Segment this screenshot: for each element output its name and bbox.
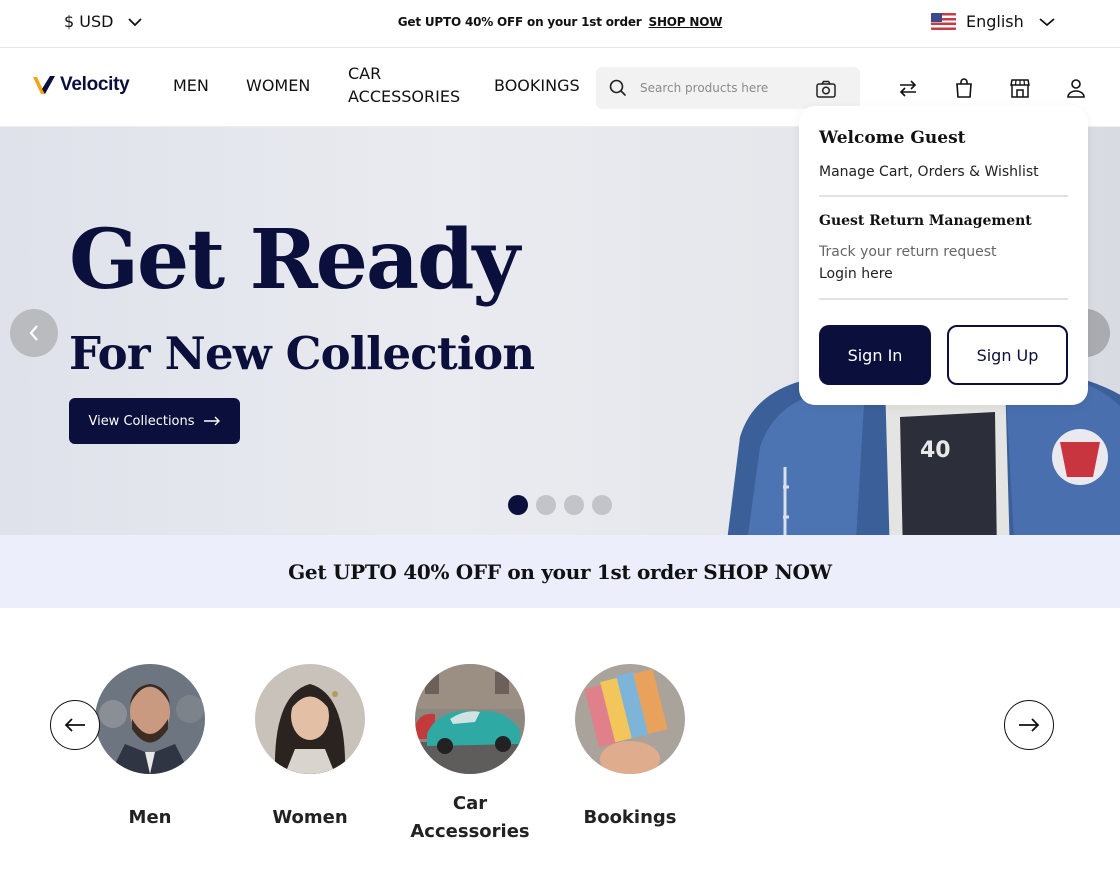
slide-dot-4[interactable]: [592, 495, 612, 515]
track-return-text: Track your return request: [819, 244, 997, 260]
search-icon: [609, 79, 627, 97]
nav-bookings[interactable]: BOOKINGS: [494, 74, 580, 97]
bag-icon[interactable]: [953, 77, 975, 99]
divider: [819, 298, 1068, 300]
nav-men[interactable]: MEN: [173, 74, 209, 97]
nav-car-accessories[interactable]: CAR ACCESSORIES: [348, 62, 460, 108]
promo-band: Get UPTO 40% OFF on your 1st order SHOP …: [0, 535, 1120, 608]
arrow-right-icon: [1019, 718, 1040, 732]
hero-headline: Get Ready: [69, 212, 520, 308]
nav-women[interactable]: WOMEN: [246, 74, 310, 97]
slide-dot-2[interactable]: [536, 495, 556, 515]
promo-band-text: Get UPTO 40% OFF on your 1st order SHOP …: [288, 559, 832, 584]
guest-return-title: Guest Return Management: [819, 213, 1032, 229]
search-bar: [596, 67, 860, 109]
women-category-image: [255, 664, 365, 774]
shop-now-link[interactable]: SHOP NOW: [649, 15, 723, 29]
top-bar: $ USD Get UPTO 40% OFF on your 1st order…: [0, 0, 1120, 48]
category-car-accessories-label: Car Accessories: [395, 790, 545, 846]
category-men-label: Men: [128, 807, 172, 828]
hero-prev-button[interactable]: [10, 309, 58, 357]
chevron-left-icon: [29, 325, 38, 341]
top-promo-text: Get UPTO 40% OFF on your 1st order: [397, 15, 642, 29]
category-accessories-label: Accessories: [410, 821, 530, 842]
category-men[interactable]: Men: [75, 664, 225, 832]
arrow-right-icon: [203, 416, 220, 426]
us-flag-icon: [931, 13, 956, 30]
category-next-button[interactable]: [1004, 700, 1054, 750]
category-bookings[interactable]: Bookings: [555, 664, 705, 832]
language-selector[interactable]: English: [931, 12, 1056, 31]
category-bookings-label: Bookings: [583, 807, 677, 828]
category-prev-button[interactable]: [50, 700, 100, 750]
logo-text: Velocity: [60, 74, 130, 95]
camera-icon[interactable]: [816, 80, 836, 98]
slide-dot-3[interactable]: [564, 495, 584, 515]
sign-up-button[interactable]: Sign Up: [947, 325, 1068, 385]
view-collections-button[interactable]: View Collections: [69, 398, 240, 444]
manage-cart-link[interactable]: Manage Cart, Orders & Wishlist: [819, 164, 1039, 180]
svg-text:40: 40: [920, 438, 951, 463]
view-collections-label: View Collections: [88, 413, 195, 429]
category-women[interactable]: Women: [235, 664, 385, 832]
hero-subheadline: For New Collection: [69, 327, 535, 380]
car-category-image: [415, 664, 525, 774]
compare-icon[interactable]: [897, 77, 919, 99]
bookings-category-image: [575, 664, 685, 774]
logo[interactable]: Velocity: [32, 74, 130, 96]
category-women-label: Women: [272, 807, 348, 828]
dropdown-title: Welcome Guest: [819, 128, 966, 148]
divider: [819, 195, 1068, 197]
account-dropdown: Welcome Guest Manage Cart, Orders & Wish…: [799, 106, 1088, 405]
user-icon[interactable]: [1065, 77, 1087, 99]
category-car-label: Car: [452, 793, 488, 814]
search-input[interactable]: [640, 67, 810, 109]
slide-dot-1[interactable]: [508, 495, 528, 515]
chevron-down-icon: [1039, 17, 1055, 26]
velocity-logo-icon: [33, 76, 55, 94]
language-label: English: [966, 12, 1024, 31]
nav-car-label: CAR: [348, 64, 382, 83]
category-car-accessories[interactable]: Car Accessories: [395, 664, 545, 846]
sign-in-button[interactable]: Sign In: [819, 325, 931, 385]
men-category-image: [95, 664, 205, 774]
nav-accessories-label: ACCESSORIES: [348, 87, 461, 106]
hero-slide-dots: [508, 495, 612, 515]
login-here-link[interactable]: Login here: [819, 266, 893, 282]
store-icon[interactable]: [1009, 77, 1031, 99]
arrow-left-icon: [64, 718, 85, 732]
